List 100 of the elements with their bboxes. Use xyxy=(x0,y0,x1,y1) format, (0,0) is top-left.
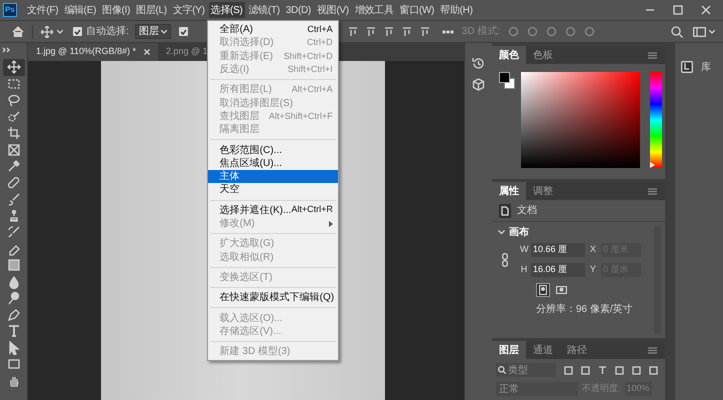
shortcut-text: Ctrl+A xyxy=(307,22,333,36)
panel-tab[interactable]: 图层 xyxy=(492,341,526,359)
close-icon[interactable] xyxy=(701,5,711,15)
check-icon xyxy=(74,28,81,34)
panel-menu-icon[interactable] xyxy=(648,188,657,194)
menu-item[interactable]: 图像(I) xyxy=(100,2,132,18)
align-icon[interactable] xyxy=(348,26,358,36)
shortcut-text: Alt+Ctrl+A xyxy=(292,83,333,96)
hue-slider[interactable] xyxy=(650,72,662,168)
checkbox[interactable] xyxy=(178,27,188,36)
panel-tab[interactable]: 通道 xyxy=(526,341,560,359)
close-icon[interactable] xyxy=(144,49,150,55)
align-icon[interactable] xyxy=(420,26,430,36)
section-title[interactable]: 画布 xyxy=(509,224,529,240)
type-icon[interactable] xyxy=(598,366,607,374)
shortcut-text: Shift+Ctrl+I xyxy=(288,62,333,76)
menu-item[interactable]: 全部(A) Ctrl+A xyxy=(208,23,338,36)
book-icon xyxy=(681,61,693,73)
menu-item[interactable]: 帮助(H) xyxy=(438,2,475,18)
home-icon[interactable] xyxy=(12,26,24,37)
checkbox-label: 自动选择: xyxy=(86,24,129,39)
app-logo: Ps xyxy=(3,3,17,17)
submenu-arrow-icon xyxy=(328,220,333,226)
portrait-icon xyxy=(539,285,547,295)
color-swatches[interactable] xyxy=(499,72,515,89)
align-icon[interactable] xyxy=(384,26,394,36)
align-icon[interactable] xyxy=(366,26,376,36)
panel-tab[interactable]: 调整 xyxy=(526,182,560,200)
menu-item[interactable]: 文件(F) xyxy=(25,2,60,18)
blend-mode-dropdown[interactable]: 正常 xyxy=(496,382,578,396)
cube-icon[interactable] xyxy=(472,78,485,91)
pen-icon xyxy=(6,308,20,322)
library-button[interactable]: 库 xyxy=(675,57,723,77)
shortcut-text: Ctrl+D xyxy=(306,36,333,50)
checkbox[interactable] xyxy=(73,27,82,36)
lasso-icon xyxy=(6,93,20,108)
rectangle-icon xyxy=(6,357,20,372)
tool-button[interactable] xyxy=(2,59,24,76)
resolution-text: 分辨率：96 像素/英寸 xyxy=(536,302,634,317)
field-label: X xyxy=(588,243,597,256)
collapse-icon[interactable] xyxy=(2,47,10,53)
filter-dropdown[interactable]: 类型 xyxy=(496,363,556,377)
menu-item[interactable]: 选择并遮住(K)...Alt+Ctrl+R xyxy=(208,204,338,217)
caret-icon[interactable] xyxy=(709,30,715,34)
menu-item[interactable]: 3D(D) xyxy=(284,2,313,18)
panel-tab[interactable]: 路径 xyxy=(560,341,594,359)
eyedropper-icon xyxy=(6,159,20,174)
menu-item[interactable]: 滤镜(T) xyxy=(246,2,282,18)
maximize-icon[interactable] xyxy=(673,5,683,15)
panel-menu-icon[interactable] xyxy=(648,52,657,58)
history-icon[interactable] xyxy=(472,57,485,70)
workspace-icon[interactable] xyxy=(693,26,706,36)
search-icon[interactable] xyxy=(671,26,683,38)
menu-item[interactable]: 主体 xyxy=(208,170,338,184)
panel-tab[interactable]: 属性 xyxy=(492,182,526,200)
menu-item[interactable]: 编辑(E) xyxy=(62,2,98,18)
menu-item[interactable]: 在快速蒙版模式下编辑(Q) xyxy=(208,291,338,304)
menu-item[interactable]: 窗口(W) xyxy=(398,2,436,18)
slider-thumb-icon[interactable] xyxy=(650,162,655,168)
align-icon[interactable] xyxy=(402,26,412,36)
menu-item[interactable]: 图层(L) xyxy=(134,2,169,18)
panel-tab[interactable]: 色板 xyxy=(526,46,560,64)
brush-icon xyxy=(6,192,20,206)
frame-icon xyxy=(6,142,20,157)
move-icon[interactable] xyxy=(41,26,53,38)
link-icon[interactable] xyxy=(502,253,508,267)
menu-item[interactable]: 选择(S) xyxy=(208,2,244,18)
more-icon[interactable] xyxy=(442,30,454,34)
gradient-icon xyxy=(6,258,20,272)
lollipop-icon xyxy=(6,291,20,306)
document-label: 文档 xyxy=(517,204,537,218)
input-field[interactable]: 10.66 厘 xyxy=(531,243,585,257)
shortcut-text: Alt+Shift+Ctrl+F xyxy=(268,110,333,123)
field-label: H xyxy=(520,263,528,276)
panel-tab[interactable]: 颜色 xyxy=(492,46,526,64)
color-field[interactable] xyxy=(521,72,640,168)
orientation-button[interactable] xyxy=(536,283,550,297)
document-tab[interactable]: 1.jpg @ 110%(RGB/8#) * xyxy=(28,43,158,61)
chevron-down-icon[interactable] xyxy=(498,230,505,234)
menu-item[interactable]: 天空 xyxy=(208,183,338,197)
menu-item[interactable]: 色彩范围(C)... xyxy=(208,143,338,157)
shortcut-text: Shift+Ctrl+D xyxy=(284,50,333,62)
check-icon xyxy=(180,28,187,34)
input-field[interactable]: 16.06 厘 xyxy=(531,263,585,277)
menu-item[interactable]: 焦点区域(U)... xyxy=(208,156,338,170)
move-icon xyxy=(6,60,20,74)
field-label: W xyxy=(520,243,528,256)
menu-item[interactable]: 增效工具 xyxy=(352,2,396,18)
cursor-icon xyxy=(6,340,20,355)
landscape-icon xyxy=(556,286,566,294)
caret-icon[interactable] xyxy=(57,30,63,34)
target-dropdown[interactable]: 图层 xyxy=(134,24,171,39)
menu-item[interactable]: 视图(V) xyxy=(314,2,351,18)
menu-item[interactable]: 文字(Y) xyxy=(170,2,207,18)
search-icon xyxy=(498,366,506,374)
field-label: Y xyxy=(588,263,597,276)
orientation-button[interactable] xyxy=(554,283,568,297)
drop-icon xyxy=(6,274,20,289)
panel-menu-icon[interactable] xyxy=(648,346,657,354)
brush-icon xyxy=(6,225,20,240)
